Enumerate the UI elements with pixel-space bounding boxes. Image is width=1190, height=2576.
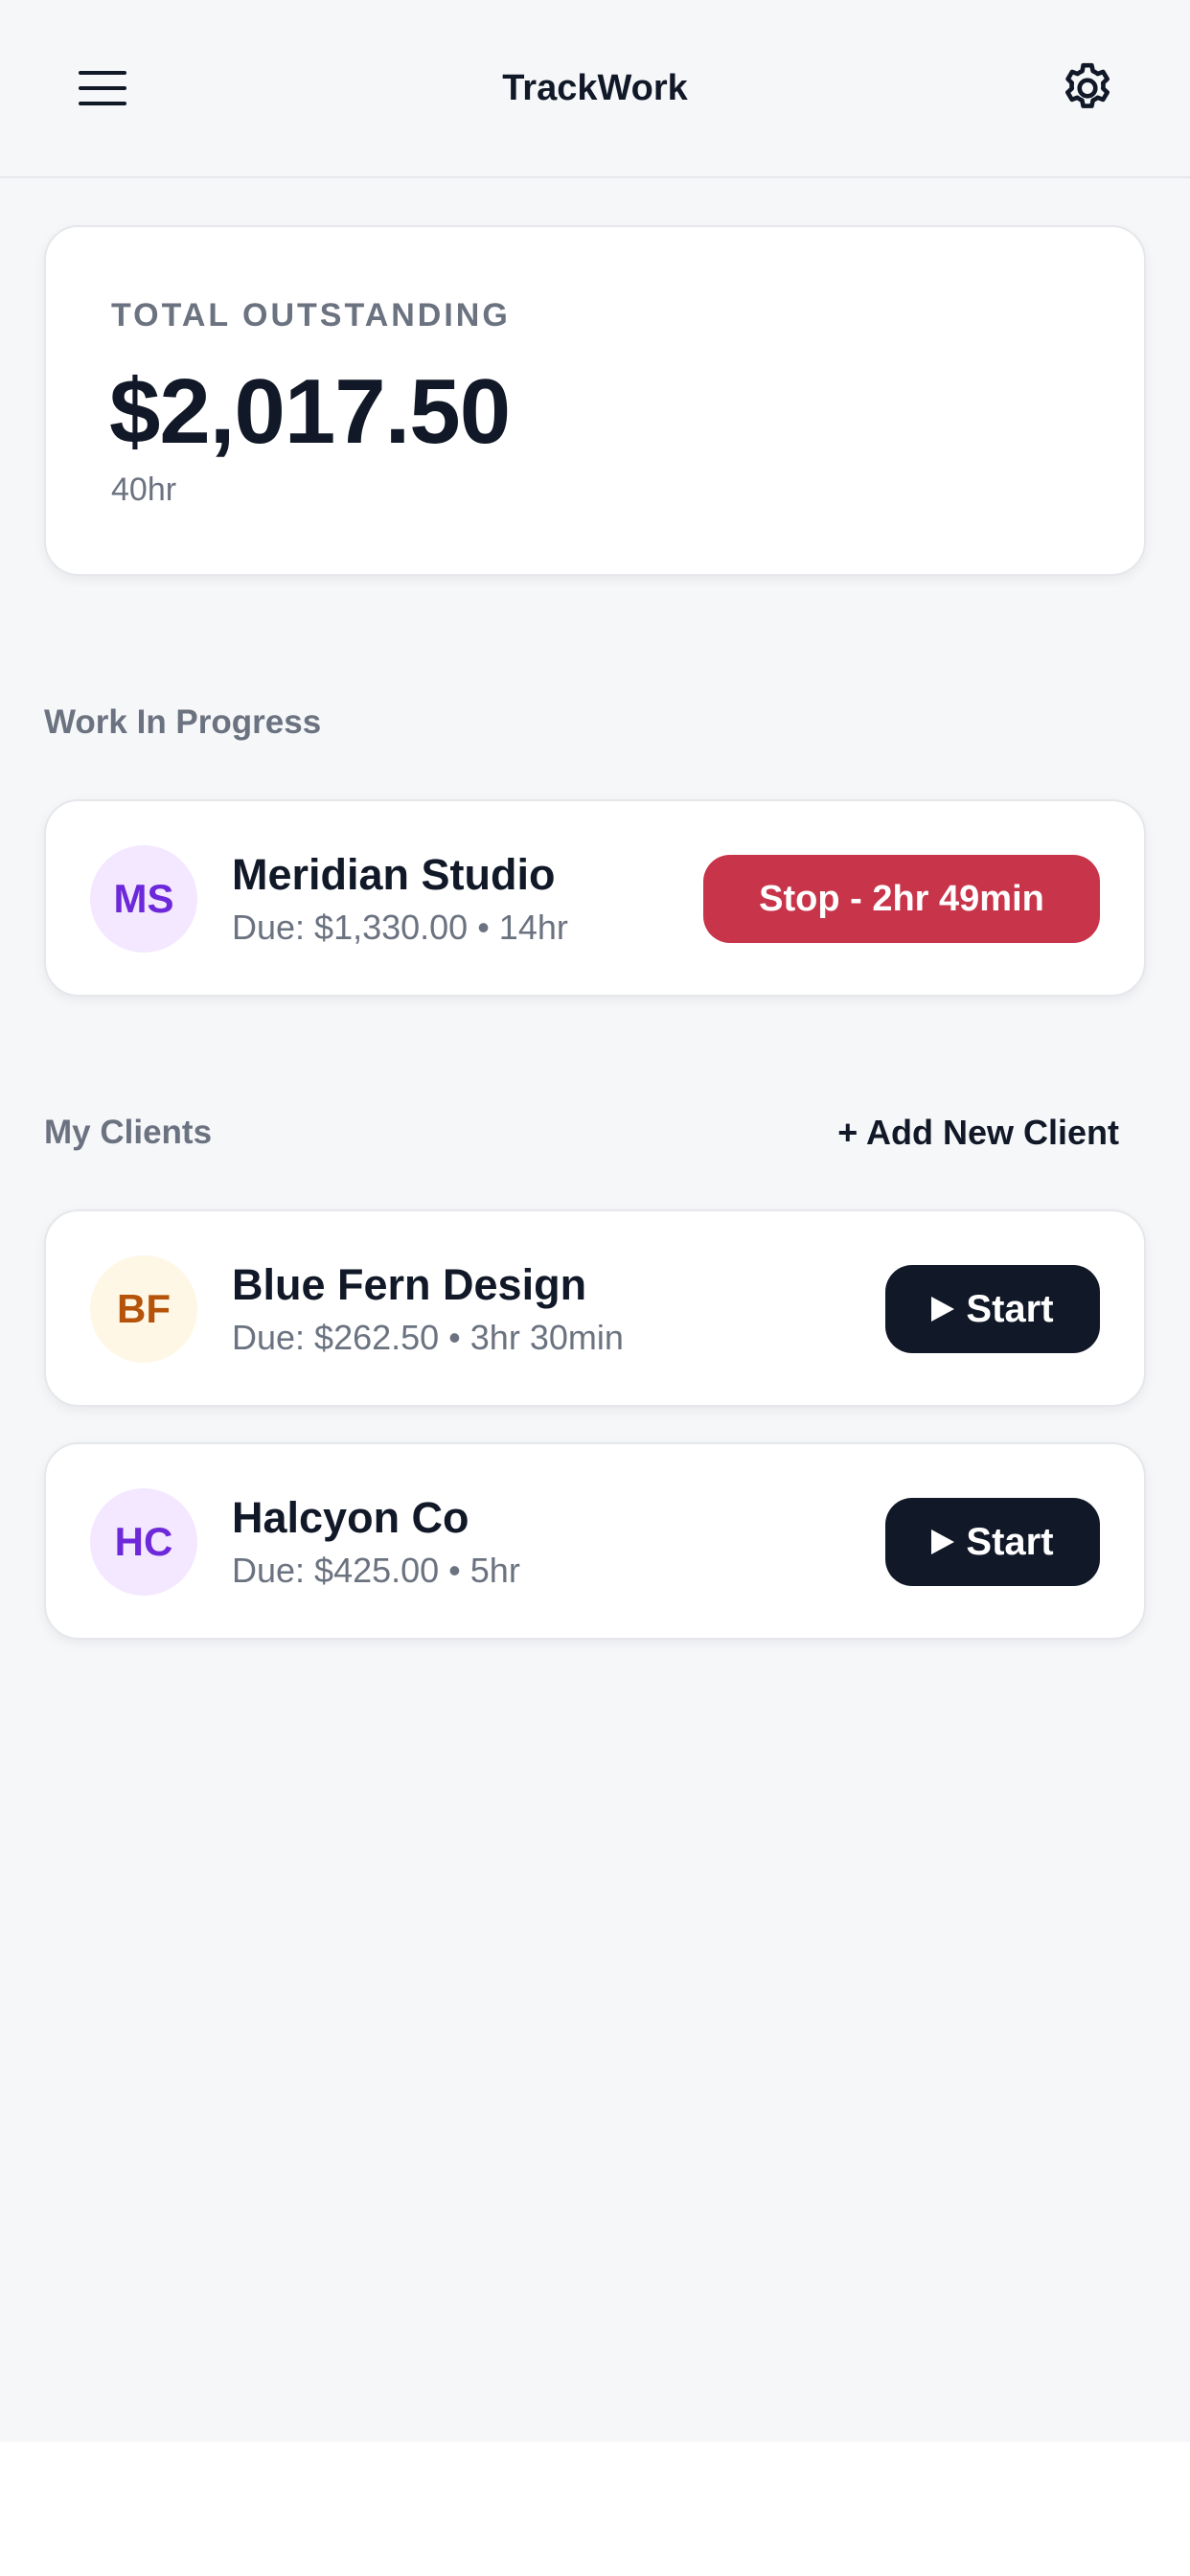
blue-fern-design-name: Blue Fern Design bbox=[232, 1260, 587, 1309]
meridian-studio-due: Due: $1,330.00 • 14hr bbox=[232, 908, 568, 947]
work-in-progress-card: MS Meridian Studio Due: $1,330.00 • 14hr… bbox=[44, 799, 1146, 997]
halcyon-co-name: Halcyon Co bbox=[232, 1493, 469, 1542]
play-icon bbox=[931, 1297, 955, 1322]
start-halcyon-co-button[interactable]: Start bbox=[885, 1498, 1100, 1586]
meridian-studio-name: Meridian Studio bbox=[232, 850, 556, 899]
settings-button[interactable] bbox=[1048, 54, 1127, 123]
app-title: TrackWork bbox=[502, 68, 688, 108]
total-outstanding-hours: 40hr bbox=[111, 472, 177, 508]
halcyon-co-avatar: HC bbox=[90, 1488, 197, 1596]
total-outstanding-label: TOTAL OUTSTANDING bbox=[111, 297, 511, 334]
start-blue-fern-design-button[interactable]: Start bbox=[885, 1265, 1100, 1353]
client-card-blue-fern-design: BF Blue Fern Design Due: $262.50 • 3hr 3… bbox=[44, 1209, 1146, 1407]
halcyon-co-due: Due: $425.00 • 5hr bbox=[232, 1551, 520, 1590]
meridian-studio-avatar: MS bbox=[90, 845, 197, 953]
gear-icon bbox=[1065, 62, 1110, 108]
total-outstanding-card: TOTAL OUTSTANDING $2,017.50 40hr bbox=[44, 225, 1146, 576]
top-header: TrackWork bbox=[0, 0, 1190, 178]
start-label: Start bbox=[966, 1287, 1054, 1330]
start-label: Start bbox=[966, 1520, 1054, 1563]
client-card-halcyon-co: HC Halcyon Co Due: $425.00 • 5hr Start bbox=[44, 1442, 1146, 1640]
app-screen: TrackWork TOTAL OUTSTANDING $2,017.50 40… bbox=[0, 0, 1190, 2442]
total-outstanding-amount: $2,017.50 bbox=[109, 360, 511, 463]
work-in-progress-title: Work In Progress bbox=[44, 703, 322, 741]
stop-timer-label: Stop - 2hr 49min bbox=[759, 878, 1044, 919]
blue-fern-design-avatar: BF bbox=[90, 1255, 197, 1363]
blue-fern-design-due: Due: $262.50 • 3hr 30min bbox=[232, 1318, 624, 1357]
my-clients-title: My Clients bbox=[44, 1114, 213, 1151]
add-new-client-button[interactable]: + Add New Client bbox=[814, 1110, 1119, 1156]
play-icon bbox=[931, 1530, 955, 1554]
stop-timer-button[interactable]: Stop - 2hr 49min bbox=[703, 855, 1100, 943]
